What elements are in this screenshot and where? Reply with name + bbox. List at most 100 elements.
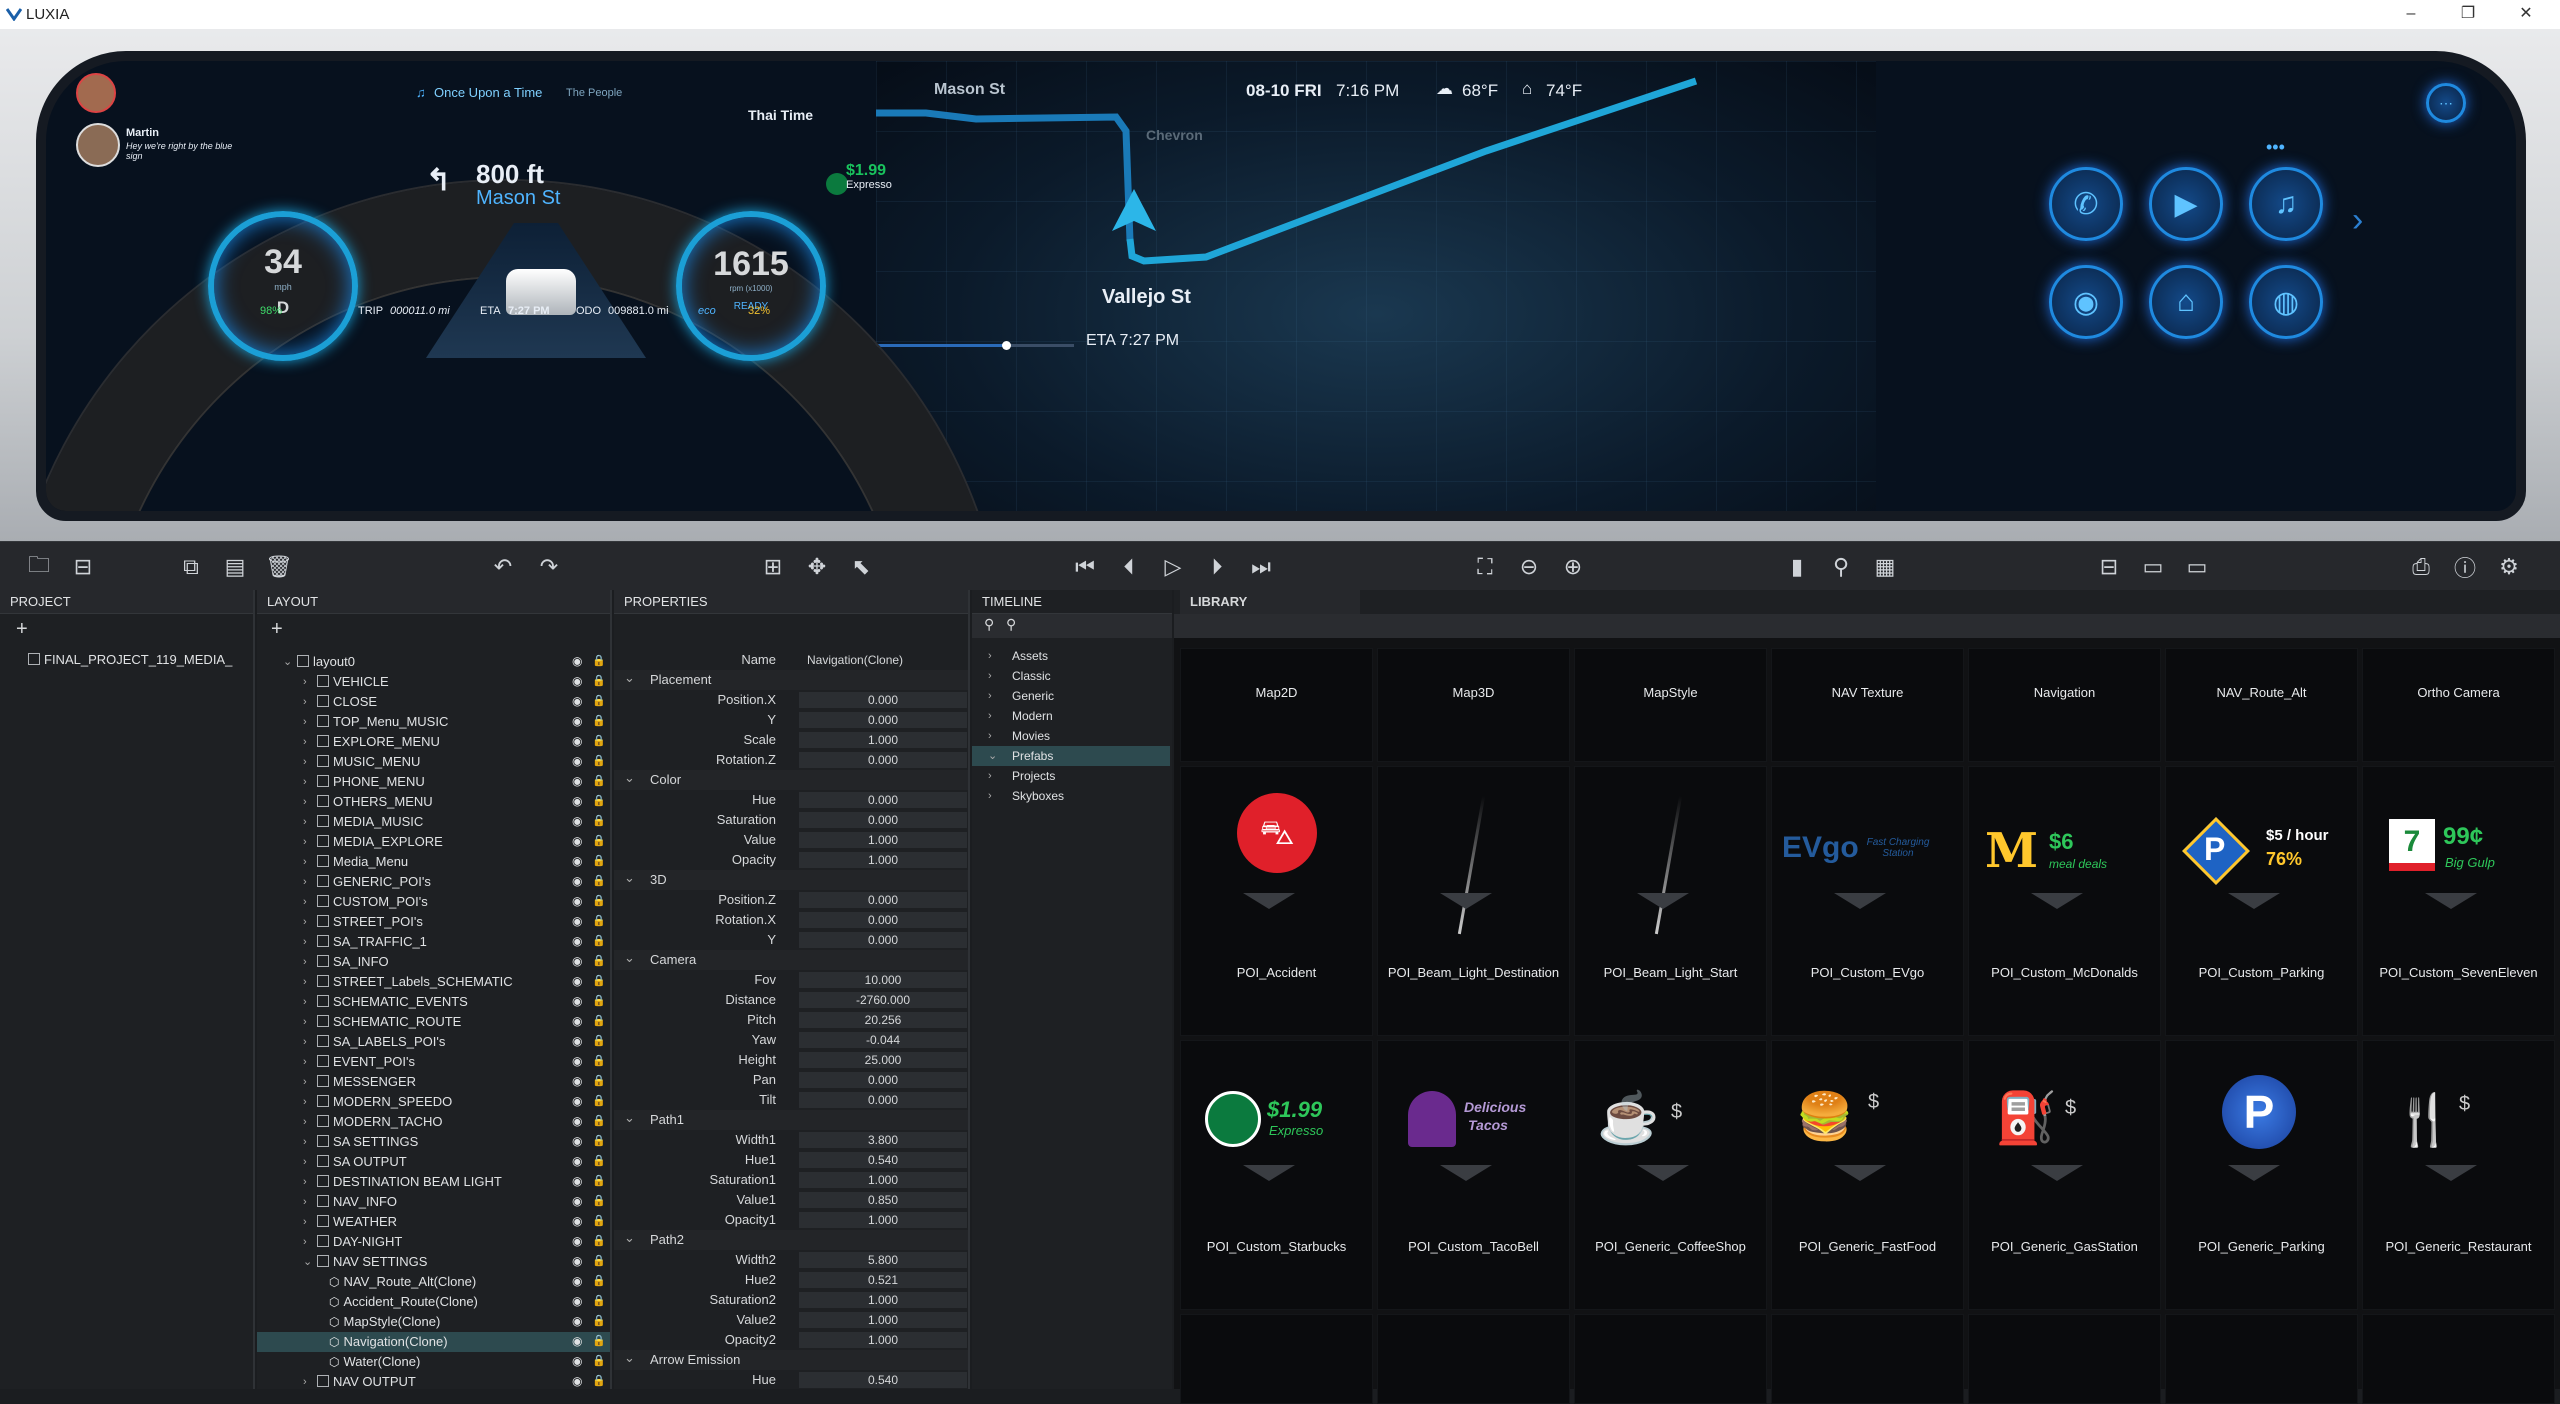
visibility-eye-icon[interactable]: ◉: [572, 1175, 586, 1187]
avatar[interactable]: [76, 73, 116, 113]
property-value-field[interactable]: 1.000: [799, 1332, 967, 1348]
layout-child-item[interactable]: ⬡ MapStyle(Clone) ◉ 🔒: [257, 1312, 610, 1332]
grid-icon[interactable]: ▦: [1870, 552, 1900, 582]
step-forward-icon[interactable]: ⏵: [1202, 552, 1232, 582]
layout-wide-icon[interactable]: ▭: [2138, 552, 2168, 582]
property-value-field[interactable]: 0.000: [799, 792, 967, 808]
music-app-button[interactable]: ♫: [2249, 167, 2323, 241]
layout-item[interactable]: › SA_INFO ◉ 🔒: [257, 952, 610, 972]
folder-item[interactable]: › Movies: [972, 726, 1170, 746]
library-card[interactable]: Map3D: [1377, 648, 1570, 762]
lock-icon[interactable]: 🔒: [592, 715, 606, 727]
layout-child-item[interactable]: ⬡ Navigation(Clone) ◉ 🔒: [257, 1332, 610, 1352]
lock-icon[interactable]: 🔒: [592, 1035, 606, 1047]
property-value-field[interactable]: 1.000: [799, 1172, 967, 1188]
visibility-eye-icon[interactable]: ◉: [572, 915, 586, 927]
library-card[interactable]: POI_Beam_Light_Start: [1574, 766, 1767, 1036]
fit-view-icon[interactable]: ⛶: [1470, 552, 1500, 582]
visibility-eye-icon[interactable]: ◉: [572, 1075, 586, 1087]
lock-icon[interactable]: 🔒: [592, 895, 606, 907]
add-project-button[interactable]: +: [16, 618, 28, 641]
zoom-in-icon[interactable]: ⊕: [1558, 552, 1588, 582]
layout-item[interactable]: › STREET_POI's ◉ 🔒: [257, 912, 610, 932]
folder-item[interactable]: › Classic: [972, 666, 1170, 686]
visibility-eye-icon[interactable]: ◉: [572, 1295, 586, 1307]
undo-icon[interactable]: ↶: [488, 552, 518, 582]
visibility-eye-icon[interactable]: ◉: [572, 735, 586, 747]
library-card[interactable]: NAV_Route_Alt: [2165, 648, 2358, 762]
property-value-field[interactable]: 0.540: [799, 1372, 967, 1388]
settings-gear-icon[interactable]: ⚙: [2494, 552, 2524, 582]
layout-item[interactable]: › GENERIC_POI's ◉ 🔒: [257, 872, 610, 892]
library-card[interactable]: Map2D: [1180, 648, 1373, 762]
lock-icon[interactable]: 🔒: [592, 1095, 606, 1107]
lock-icon[interactable]: 🔒: [592, 795, 606, 807]
property-value-field[interactable]: 0.000: [799, 752, 967, 768]
visibility-eye-icon[interactable]: ◉: [572, 1355, 586, 1367]
save-icon[interactable]: ⊟: [68, 552, 98, 582]
property-section[interactable]: 3D: [614, 868, 968, 890]
layout-item[interactable]: › MODERN_SPEEDO ◉ 🔒: [257, 1092, 610, 1112]
folder-item[interactable]: › Assets: [972, 646, 1170, 666]
library-card[interactable]: 🍔 $ POI_Generic_FastFood: [1771, 1040, 1964, 1310]
lock-icon[interactable]: 🔒: [592, 955, 606, 967]
folder-item[interactable]: › Skyboxes: [972, 786, 1170, 806]
library-card[interactable]: Delicious Tacos POI_Custom_TacoBell: [1377, 1040, 1570, 1310]
library-card[interactable]: [2165, 1314, 2358, 1404]
property-value-field[interactable]: 1.000: [799, 1292, 967, 1308]
property-value-field[interactable]: 0.000: [799, 712, 967, 728]
property-value-field[interactable]: 0.850: [799, 1192, 967, 1208]
visibility-eye-icon[interactable]: ◉: [572, 775, 586, 787]
layout-child-item[interactable]: ⬡ Water(Clone) ◉ 🔒: [257, 1352, 610, 1372]
library-card[interactable]: EVgo Fast Charging Station POI_Custom_EVgo: [1771, 766, 1964, 1036]
align-icon[interactable]: ▮: [1782, 552, 1812, 582]
lock-icon[interactable]: 🔒: [592, 875, 606, 887]
lock-icon[interactable]: 🔒: [592, 815, 606, 827]
visibility-eye-icon[interactable]: ◉: [572, 1195, 586, 1207]
globe-app-button[interactable]: ◍: [2249, 265, 2323, 339]
library-card[interactable]: ⛍ POI_Accident: [1180, 766, 1373, 1036]
property-value-field[interactable]: -2760.000: [799, 992, 967, 1008]
property-value-field[interactable]: 10.000: [799, 972, 967, 988]
lock-icon[interactable]: 🔒: [592, 915, 606, 927]
property-value-field[interactable]: 1.000: [799, 732, 967, 748]
property-value-field[interactable]: 1.000: [799, 1312, 967, 1328]
library-card[interactable]: [1968, 1314, 2161, 1404]
visibility-eye-icon[interactable]: ◉: [572, 1135, 586, 1147]
lock-icon[interactable]: 🔒: [592, 1135, 606, 1147]
link-icon[interactable]: ⚲: [1826, 552, 1856, 582]
lock-icon[interactable]: 🔒: [592, 1195, 606, 1207]
layout-item[interactable]: › MUSIC_MENU ◉ 🔒: [257, 752, 610, 772]
property-section[interactable]: Placement: [614, 668, 968, 690]
layout-child-item[interactable]: ⬡ Accident_Route(Clone) ◉ 🔒: [257, 1292, 610, 1312]
layout-item[interactable]: › MODERN_TACHO ◉ 🔒: [257, 1112, 610, 1132]
library-card[interactable]: [1771, 1314, 1964, 1404]
layout-item[interactable]: › Media_Menu ◉ 🔒: [257, 852, 610, 872]
visibility-eye-icon[interactable]: ◉: [572, 955, 586, 967]
visibility-eye-icon[interactable]: ◉: [572, 935, 586, 947]
name-field[interactable]: Navigation(Clone): [799, 652, 967, 668]
property-value-field[interactable]: 25.000: [799, 1052, 967, 1068]
layout-item[interactable]: ⌄ NAV SETTINGS ◉ 🔒: [257, 1252, 610, 1272]
library-card[interactable]: P $5 / hour 76% POI_Custom_Parking: [2165, 766, 2358, 1036]
redo-icon[interactable]: ↷: [534, 552, 564, 582]
more-dots-icon[interactable]: •••: [2266, 137, 2285, 158]
folder-item[interactable]: › Generic: [972, 686, 1170, 706]
library-card[interactable]: [1377, 1314, 1570, 1404]
property-value-field[interactable]: 0.000: [799, 1072, 967, 1088]
skip-end-icon[interactable]: ⏭: [1246, 552, 1276, 582]
visibility-eye-icon[interactable]: ◉: [572, 675, 586, 687]
property-section[interactable]: Path2: [614, 1228, 968, 1250]
add-group-icon[interactable]: ⊞: [758, 552, 788, 582]
folder-item[interactable]: › Projects: [972, 766, 1170, 786]
visibility-eye-icon[interactable]: ◉: [572, 895, 586, 907]
layout-item[interactable]: › SCHEMATIC_EVENTS ◉ 🔒: [257, 992, 610, 1012]
lock-icon[interactable]: 🔒: [592, 935, 606, 947]
lock-icon[interactable]: 🔒: [592, 975, 606, 987]
property-section[interactable]: Color: [614, 768, 968, 790]
library-card[interactable]: POI_Beam_Light_Destination: [1377, 766, 1570, 1036]
info-icon[interactable]: ⓘ: [2450, 552, 2480, 582]
lock-icon[interactable]: 🔒: [592, 755, 606, 767]
layout-item[interactable]: › CUSTOM_POI's ◉ 🔒: [257, 892, 610, 912]
library-card[interactable]: Navigation: [1968, 648, 2161, 762]
